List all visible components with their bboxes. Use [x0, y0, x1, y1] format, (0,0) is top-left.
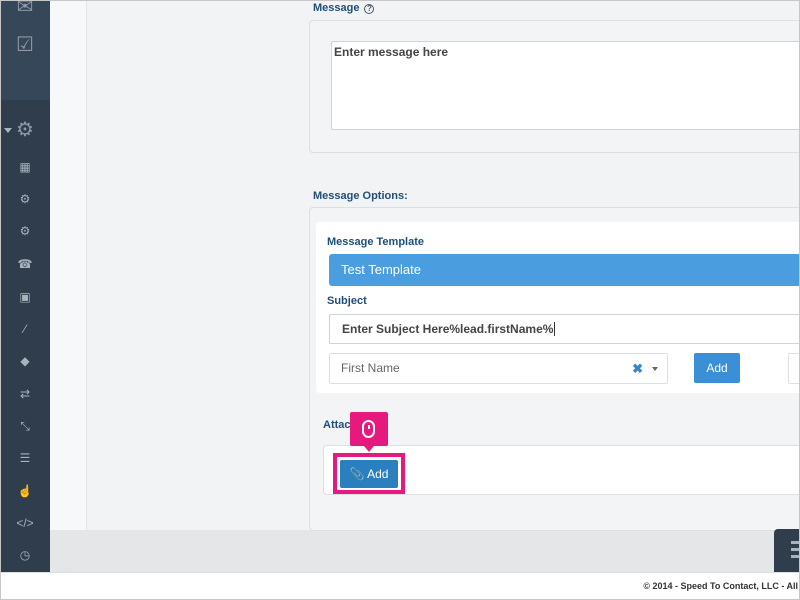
building-icon[interactable]: ▦ [0, 160, 50, 174]
subject-label: Subject [327, 295, 367, 307]
message-template-select[interactable]: Test Template [329, 254, 800, 286]
gears-icon[interactable]: ⚙ [0, 224, 50, 238]
chevron-down-icon[interactable] [652, 367, 658, 371]
magic-wand-icon[interactable]: ⁄ [0, 322, 50, 336]
merge-field-value: First Name [341, 361, 400, 375]
add-field-button[interactable]: Add [694, 353, 740, 383]
message-label-row: Message? [313, 2, 375, 14]
clock-icon[interactable]: ◷ [0, 548, 50, 562]
settings-icon[interactable]: ⚙ [0, 192, 50, 206]
click-tooltip [350, 412, 388, 452]
phone-square-icon[interactable]: ▣ [0, 290, 50, 304]
envelope-icon[interactable]: ✉ [0, 0, 50, 17]
text-cursor [554, 322, 556, 336]
subject-input[interactable]: Enter Subject Here%lead.firstName% [329, 314, 800, 344]
help-icon[interactable]: ? [364, 4, 375, 14]
add-attachment-button[interactable]: 📎 Add [340, 460, 398, 488]
footer: © 2014 - Speed To Contact, LLC - All [0, 572, 800, 600]
tag-icon[interactable]: ◆ [0, 354, 50, 368]
bottom-band [50, 530, 800, 572]
menu-toggle[interactable] [774, 529, 800, 572]
clear-icon[interactable]: ✖ [632, 354, 643, 383]
phone-icon[interactable]: ☎ [0, 257, 50, 271]
checklist-icon[interactable]: ☑ [0, 35, 50, 55]
sidebar: ✉ ☑ ⚙ ▦ ⚙ ⚙ ☎ ▣ ⁄ ◆ ⇄ ⤡ ☰ ☝ </> ◷ [0, 0, 50, 572]
partial-input[interactable] [788, 353, 800, 384]
message-options-label: Message Options: [313, 190, 408, 202]
mouse-icon [362, 420, 375, 438]
footer-copyright: © 2014 - Speed To Contact, LLC - All [643, 581, 798, 591]
gear-icon[interactable]: ⚙ [0, 120, 50, 140]
compress-icon[interactable]: ⤡ [0, 419, 50, 433]
merge-field-select[interactable]: First Name ✖ [329, 353, 668, 384]
content-left-strip [50, 0, 87, 530]
hamburger-icon [791, 541, 800, 562]
sliders-icon[interactable]: ☰ [0, 451, 50, 465]
thumbs-up-icon[interactable]: ☝ [0, 484, 50, 498]
message-textarea[interactable]: Enter message here [331, 41, 800, 130]
message-label: Message [313, 2, 360, 14]
exchange-icon[interactable]: ⇄ [0, 387, 50, 401]
code-icon[interactable]: </> [0, 516, 50, 530]
template-label: Message Template [327, 236, 425, 248]
attachments-label: Attac [323, 419, 351, 431]
subject-value: Enter Subject Here%lead.firstName% [342, 322, 554, 336]
